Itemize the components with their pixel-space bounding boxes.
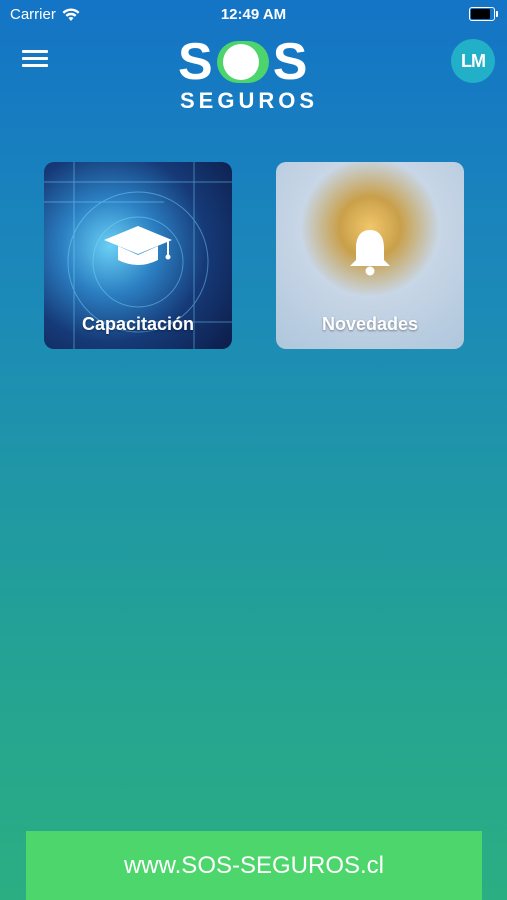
status-bar: Carrier 12:49 AM <box>0 0 507 28</box>
website-url: www.SOS-SEGUROS.cl <box>123 851 385 879</box>
avatar-initials: LM <box>461 50 486 71</box>
sos-seguros-logo: S S SEGUROS <box>178 36 332 116</box>
bell-icon <box>350 230 390 276</box>
website-link-button[interactable]: www.SOS-SEGUROS.cl <box>26 831 482 900</box>
card-label-novedades: Novedades <box>321 314 419 334</box>
card-label-capacitacion: Capacitación <box>81 314 195 334</box>
card-capacitacion[interactable]: Capacitación <box>44 162 232 349</box>
logo-letter-right: S <box>272 33 308 91</box>
logo-subtitle: SEGUROS <box>180 88 319 113</box>
battery-icon <box>469 7 498 21</box>
hamburger-menu-icon[interactable] <box>22 50 48 70</box>
logo-toggle-icon <box>216 41 269 83</box>
card-novedades[interactable]: Novedades <box>276 162 464 349</box>
graduation-cap-icon <box>104 226 172 265</box>
logo-letter-left: S <box>178 33 213 91</box>
clock: 12:49 AM <box>220 6 287 23</box>
profile-avatar[interactable]: LM <box>451 39 495 83</box>
